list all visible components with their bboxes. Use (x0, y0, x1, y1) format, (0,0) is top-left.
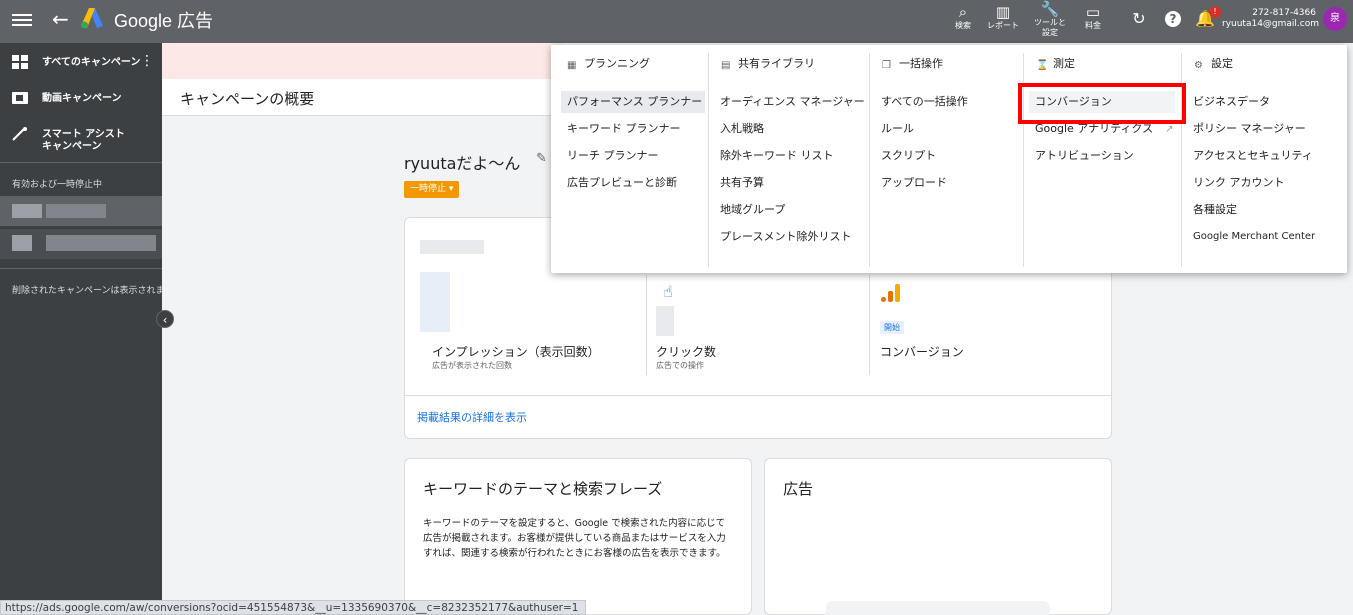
menu-item-placement-exclusions[interactable]: プレースメント除外リスト (714, 226, 857, 248)
calendar-icon: ▦ (567, 60, 577, 71)
menu-item-all-bulk-actions[interactable]: すべての一括操作 (875, 91, 974, 113)
menu-item-reach-planner[interactable]: リーチ プランナー (561, 145, 665, 167)
menu-item-uploads[interactable]: アップロード (875, 172, 953, 194)
removed-campaigns-note: 削除されたキャンペーンは表示されま (12, 286, 162, 296)
menu-item-keyword-planner[interactable]: キーワード プランナー (561, 118, 687, 140)
top-bar: ← Google 広告 ⌕ 検索 ▥ レポート 🔧 ツールと 設定 ▭ 料金 ↻… (0, 0, 1353, 43)
menu-item-scripts[interactable]: スクリプト (875, 145, 942, 167)
tools-menu: ▦ プランニング パフォーマンス プランナー キーワード プランナー リーチ プラ… (551, 45, 1347, 273)
status-dropdown[interactable]: 一時停止 ▾ (404, 181, 460, 198)
hourglass-icon: ⌛ (1036, 60, 1049, 71)
analytics-icon (881, 284, 900, 302)
menu-item-rules[interactable]: ルール (875, 118, 920, 140)
product-name: Google 広告 (114, 11, 214, 31)
metric-divider (869, 275, 870, 375)
sidebar: すべてのキャンペーン ⋮ 動画キャンペーン スマート アシスト キャンペーン 有… (0, 43, 162, 615)
back-arrow-icon[interactable]: ← (52, 7, 69, 31)
tools-settings-button[interactable]: 🔧 ツールと 設定 (1033, 0, 1067, 38)
avatar[interactable]: 泉 (1323, 7, 1347, 31)
search-tool-button[interactable]: ⌕ 検索 (953, 3, 973, 31)
more-vert-icon[interactable]: ⋮ (140, 53, 154, 69)
menu-item-ad-preview[interactable]: 広告プレビューと診断 (561, 172, 683, 194)
account-email: ryuuta14@gmail.com (1222, 19, 1320, 29)
menu-divider (708, 53, 709, 267)
menu-divider (869, 53, 870, 267)
ads-card-title: 広告 (783, 480, 814, 498)
highlight-annotation (1018, 83, 1186, 124)
clicks-label: クリック数 (656, 345, 717, 359)
reports-tool-button[interactable]: ▥ レポート (986, 3, 1020, 31)
menu-item-shared-budgets[interactable]: 共有予算 (714, 172, 770, 194)
wrench-icon: 🔧 (1040, 0, 1060, 18)
menu-item-policy-manager[interactable]: ポリシー マネージャー (1187, 118, 1312, 140)
refresh-icon[interactable]: ↻ (1129, 9, 1149, 29)
menu-item-linked-accounts[interactable]: リンク アカウント (1187, 172, 1291, 194)
menu-heading-setup: ⚙ 設定 (1194, 57, 1233, 71)
gear-icon: ⚙ (1194, 60, 1203, 71)
ads-card (764, 458, 1112, 615)
billing-icon: ▭ (1085, 3, 1101, 21)
page-title: キャンペーンの概要 (180, 90, 315, 108)
sidebar-divider (0, 268, 162, 269)
conversions-label: コンバージョン (880, 345, 964, 359)
library-icon: ▤ (721, 60, 731, 71)
help-icon[interactable]: ? (1165, 11, 1181, 27)
sidebar-divider (0, 162, 162, 163)
campaign-list-item[interactable] (0, 229, 162, 259)
placeholder-shape (826, 601, 1050, 615)
menu-item-business-data[interactable]: ビジネスデータ (1187, 91, 1276, 113)
keyword-card-title: キーワードのテーマと検索フレーズ (423, 480, 663, 498)
grid-icon (12, 55, 28, 69)
menu-item-location-groups[interactable]: 地域グループ (714, 199, 791, 221)
sidebar-section-label: 有効および一時停止中 (12, 180, 103, 190)
metric-divider (646, 275, 647, 375)
menu-item-bid-strategies[interactable]: 入札戦略 (714, 118, 770, 140)
notification-badge: ! (1209, 6, 1221, 18)
browser-status-url: https://ads.google.com/aw/conversions?oc… (0, 600, 586, 615)
google-ads-logo (81, 8, 103, 29)
sidebar-item-smart-campaigns[interactable]: スマート アシスト キャンペーン (0, 127, 162, 153)
reports-icon: ▥ (995, 3, 1011, 21)
blurred-value (656, 306, 674, 336)
menu-heading-shared-library: ▤ 共有ライブラリ (721, 57, 815, 71)
menu-item-audience-manager[interactable]: オーディエンス マネージャー (714, 91, 871, 113)
copy-icon: ❐ (882, 60, 891, 71)
blurred-value (420, 240, 484, 254)
keyword-card-text: キーワードのテーマを設定すると、Google で検索された内容に応じて広告が掲載… (423, 518, 726, 559)
menu-item-negative-keywords[interactable]: 除外キーワード リスト (714, 145, 840, 167)
collapse-sidebar-button[interactable]: ‹ (156, 310, 174, 328)
menu-item-access-security[interactable]: アクセスとセキュリティ (1187, 145, 1319, 167)
menu-item-merchant-center[interactable]: Google Merchant Center (1187, 226, 1321, 248)
impressions-label: インプレッション（表示回数） (432, 345, 600, 359)
menu-heading-planning: ▦ プランニング (567, 57, 650, 71)
pencil-icon[interactable]: ✎ (536, 151, 547, 166)
menu-heading-measurement: ⌛ 測定 (1036, 57, 1075, 71)
sidebar-item-video-campaigns[interactable]: 動画キャンペーン (0, 91, 162, 105)
account-info[interactable]: 272-817-4366 ryuuta14@gmail.com (1222, 8, 1320, 30)
magic-wand-icon (12, 127, 27, 141)
menu-icon[interactable] (12, 11, 32, 31)
menu-item-performance-planner[interactable]: パフォーマンス プランナー (561, 91, 705, 113)
account-id: 272-817-4366 (1252, 8, 1316, 18)
blurred-value (420, 272, 450, 332)
search-icon: ⌕ (958, 3, 968, 21)
campaign-list-item[interactable] (0, 196, 162, 226)
details-link[interactable]: 掲載結果の詳細を表示 (417, 409, 527, 425)
start-chip[interactable]: 開始 (880, 321, 904, 334)
external-link-icon: ↗ (1165, 124, 1174, 135)
card-divider (405, 395, 1111, 396)
touch-icon: ☝ (663, 282, 673, 301)
alert-bar (162, 43, 562, 79)
menu-item-attribution[interactable]: アトリビューション (1029, 145, 1140, 167)
impressions-sub: 広告が表示された回数 (432, 361, 512, 370)
menu-heading-bulk-actions: ❐ 一括操作 (882, 57, 943, 71)
sidebar-item-all-campaigns[interactable]: すべてのキャンペーン (0, 55, 162, 69)
video-icon (12, 92, 28, 104)
clicks-sub: 広告での操作 (656, 361, 704, 370)
billing-tool-button[interactable]: ▭ 料金 (1082, 3, 1104, 31)
campaign-name: ryuutaだよ〜ん (404, 154, 521, 173)
caret-down-icon: ▾ (448, 184, 454, 194)
menu-item-preferences[interactable]: 各種設定 (1187, 199, 1243, 221)
